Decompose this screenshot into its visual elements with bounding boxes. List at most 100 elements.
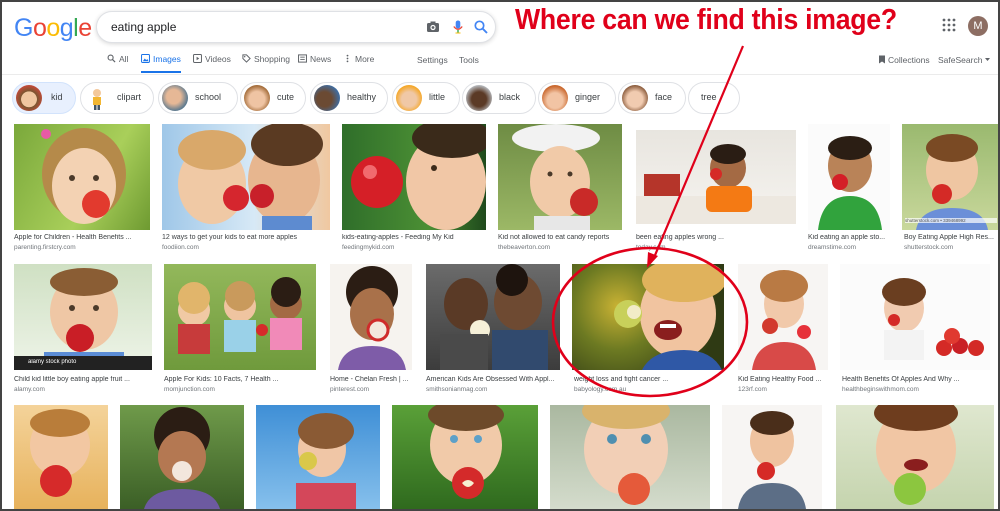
video-icon [193,54,202,63]
image-result[interactable]: alamy stock photo [14,264,152,370]
image-result[interactable] [738,264,828,370]
chip-little[interactable]: little [392,82,460,114]
google-logo[interactable]: Google [14,14,92,43]
tab-more[interactable]: More [343,54,374,64]
image-result[interactable] [162,124,330,230]
result-title[interactable]: Apple For Kids: 10 Facts, 7 Health ... [164,376,316,383]
result-title[interactable]: Kid eating an apple sto... [808,234,892,241]
chip-thumbnail [84,85,110,111]
chip-healthy[interactable]: healthy [310,82,388,114]
result-source: pinterest.com [330,386,370,393]
chip-thumbnail [396,85,422,111]
result-title[interactable]: been eating apples wrong ... [636,234,796,241]
bookmark-icon [879,55,885,64]
result-source: feedingmykid.com [342,244,395,251]
result-source: foodiion.com [162,244,199,251]
tab-all[interactable]: All [107,54,128,64]
chip-face[interactable]: face [618,82,686,114]
result-source: momjunction.com [164,386,215,393]
result-source: smithsonianmag.com [426,386,488,393]
annotation-text: Where can we find this image? [515,4,897,36]
tab-shopping[interactable]: Shopping [242,54,290,64]
chip-cute[interactable]: cute [240,82,306,114]
result-source: alamy.com [14,386,45,393]
tab-images[interactable]: Images [141,54,181,64]
chevron-down-icon [985,58,991,61]
search-icon [107,54,116,63]
image-result[interactable] [550,405,710,509]
image-result-highlighted[interactable] [572,264,724,370]
more-vert-icon [346,54,349,63]
chip-thumbnail [622,85,648,111]
result-title[interactable]: Apple for Children - Health Benefits ... [14,234,150,241]
tab-news[interactable]: News [298,54,331,64]
chip-tree[interactable]: tree [688,82,740,114]
result-title[interactable]: 12 ways to get your kids to eat more app… [162,234,330,241]
result-source: 123rf.com [738,386,767,393]
camera-icon[interactable] [425,19,441,35]
image-result[interactable] [636,130,796,224]
result-title[interactable]: Home - Chelan Fresh | ... [330,376,414,383]
divider [2,74,998,75]
result-source: parenting.firstcry.com [14,244,76,251]
image-result[interactable] [426,264,560,370]
apps-grid-icon[interactable] [942,18,956,32]
image-result[interactable] [840,264,990,370]
result-title[interactable]: weight loss and fight cancer ... [574,376,724,383]
result-title[interactable]: Health Benefits Of Apples And Why ... [842,376,992,383]
microphone-icon[interactable] [450,19,466,35]
result-source: thebeaverton.com [498,244,551,251]
chip-thumbnail [466,85,492,111]
image-result[interactable] [836,405,994,509]
result-title[interactable]: American Kids Are Obsessed With Appl... [426,376,560,383]
image-icon [141,54,150,63]
image-result[interactable] [164,264,316,370]
result-source: today.com [636,244,666,251]
result-title[interactable]: kids-eating-apples - Feeding My Kid [342,234,486,241]
browser-frame: Google eating apple M All Images Videos … [0,0,1000,511]
result-source: healthbeginswithmom.com [842,386,919,393]
shopping-tag-icon [242,54,251,63]
image-result[interactable] [342,124,486,230]
image-result[interactable]: shutterstock.com • 339468992 [902,124,998,230]
image-result[interactable] [120,405,244,509]
image-result[interactable] [14,124,150,230]
search-box[interactable]: eating apple [96,11,496,43]
image-result[interactable] [330,264,412,370]
safesearch-toggle[interactable]: SafeSearch [938,55,991,65]
search-input[interactable]: eating apple [111,20,176,34]
active-tab-indicator [141,71,181,73]
search-icon[interactable] [473,19,489,35]
image-watermark: alamy stock photo [28,359,77,365]
chip-kid[interactable]: kid [12,82,76,114]
chip-thumbnail [16,85,42,111]
image-result[interactable] [498,124,622,230]
tab-videos[interactable]: Videos [193,54,231,64]
image-result[interactable] [256,405,380,509]
settings-link[interactable]: Settings [417,55,448,65]
image-result[interactable] [14,405,108,509]
news-icon [298,54,307,63]
chip-thumbnail [244,85,270,111]
chip-school[interactable]: school [158,82,238,114]
result-title[interactable]: Kid Eating Healthy Food ... [738,376,828,383]
tools-link[interactable]: Tools [459,55,479,65]
image-result[interactable] [392,405,538,509]
chip-clipart[interactable]: clipart [80,82,154,114]
result-title[interactable]: Kid not allowed to eat candy reports [498,234,622,241]
image-watermark: shutterstock.com • 339468992 [905,218,997,223]
chip-thumbnail [542,85,568,111]
result-source: babyology.com.au [574,386,627,393]
chip-black[interactable]: black [462,82,536,114]
chip-thumbnail [162,85,188,111]
image-result[interactable] [808,124,890,230]
chip-ginger[interactable]: ginger [538,82,616,114]
result-source: shutterstock.com [904,244,954,251]
account-avatar[interactable]: M [968,16,988,36]
collections-link[interactable]: Collections [878,55,930,65]
result-source: dreamstime.com [808,244,857,251]
image-result[interactable] [722,405,822,509]
chip-thumbnail [314,85,340,111]
result-title[interactable]: Boy Eating Apple High Res... [904,234,998,241]
result-title[interactable]: Child kid little boy eating apple fruit … [14,376,152,383]
